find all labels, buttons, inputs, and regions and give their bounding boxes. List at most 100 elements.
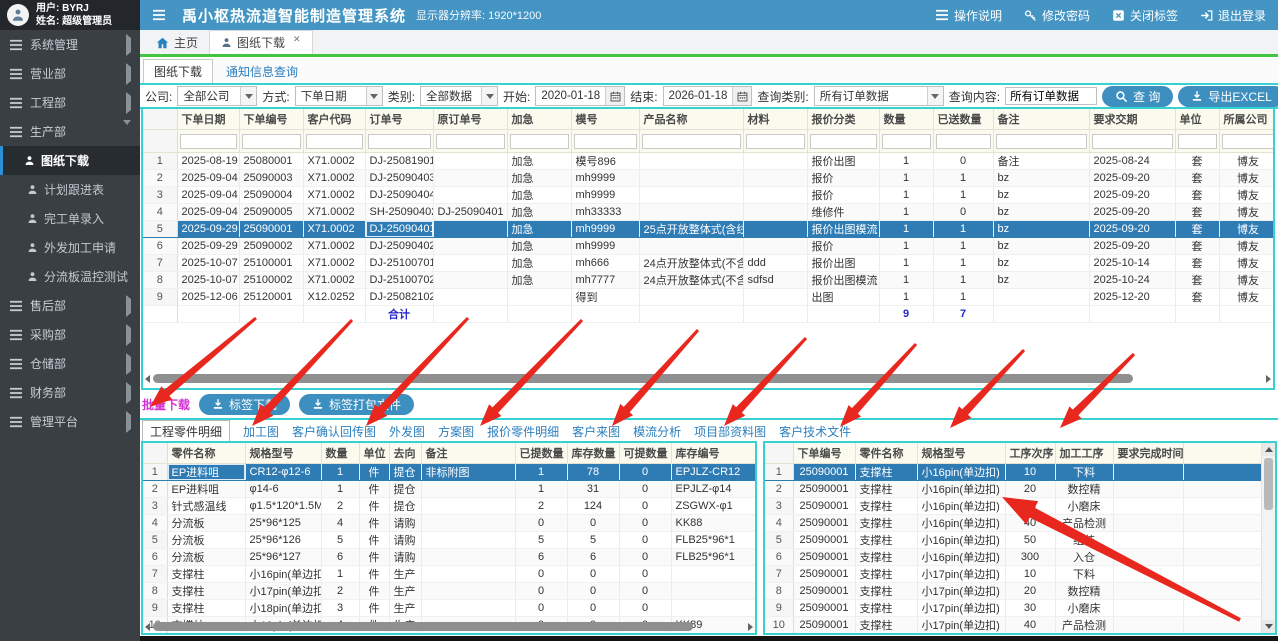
category-select[interactable]: 全部数据 (420, 86, 498, 106)
table-row[interactable]: 425090001支撑柱小16pin(单边扣)40产品检测 (765, 515, 1262, 532)
column-filter-input[interactable] (1178, 134, 1217, 149)
detail-tab-加工图[interactable]: 加工图 (243, 423, 279, 440)
sidebar-item-6[interactable]: 仓储部 (0, 349, 140, 378)
close-tab-button[interactable]: 关闭标签 (1112, 7, 1178, 24)
calendar-icon[interactable] (732, 87, 751, 105)
start-date-input[interactable]: 2020-01-18 (535, 86, 625, 106)
end-date-input[interactable]: 2026-01-18 (663, 86, 753, 106)
column-filter-input[interactable] (180, 134, 237, 149)
table-row[interactable]: 9支撑柱小18pin(单边扣)3件生产000 (143, 600, 755, 617)
search-button[interactable]: 查 询 (1102, 86, 1173, 107)
table-row[interactable]: 2EP进料咀φ14-61件提仓1310EPJLZ-φ14 (143, 481, 755, 498)
detail-tab-客户来图[interactable]: 客户来图 (572, 423, 620, 440)
sidebar-subitem-计划跟进表[interactable]: 计划跟进表 (0, 175, 140, 204)
horizontal-scrollbar[interactable] (145, 373, 1271, 384)
sidebar-item-1[interactable]: 营业部 (0, 59, 140, 88)
detail-tab-项目部资料图[interactable]: 项目部资料图 (694, 423, 766, 440)
table-row[interactable]: 92025-12-0625120001X12.0252DJ-25082102得到… (143, 289, 1275, 306)
tab-drawing-download[interactable]: 图纸下载 ✕ (209, 30, 313, 54)
column-filter-input[interactable] (746, 134, 805, 149)
column-filter-input[interactable] (996, 134, 1087, 149)
table-row[interactable]: 325090001支撑柱小16pin(单边扣)30小磨床 (765, 498, 1262, 515)
table-row[interactable]: 225090001支撑柱小16pin(单边扣)20数控精 (765, 481, 1262, 498)
mode-select[interactable]: 下单日期 (295, 86, 383, 106)
table-row[interactable]: 82025-10-0725100002X71.0002DJ-25100702加急… (143, 272, 1275, 289)
scrollbar-thumb[interactable] (1264, 458, 1273, 510)
table-row[interactable]: 1025090001支撑柱小17pin(单边扣)40产品检测 (765, 617, 1262, 634)
table-row[interactable]: 6分流板25*96*1276件请购660FLB25*96*1 (143, 549, 755, 566)
column-filter-input[interactable] (1222, 134, 1275, 149)
table-row[interactable]: 8支撑柱小17pin(单边扣)2件生产000 (143, 583, 755, 600)
table-row[interactable]: 1125090001支撑柱小17pin(单边扣)50组装 (765, 634, 1262, 636)
table-row[interactable]: 725090001支撑柱小17pin(单边扣)10下料 (765, 566, 1262, 583)
column-filter-input[interactable] (242, 134, 301, 149)
calendar-icon[interactable] (605, 87, 624, 105)
query-type-select[interactable]: 所有订单数据 (814, 86, 944, 106)
sidebar-subitem-图纸下载[interactable]: 图纸下载 (0, 146, 140, 175)
detail-tab-工程零件明细[interactable]: 工程零件明细 (142, 420, 230, 443)
table-row[interactable]: 12025-08-1925080001X71.0002DJ-25081901加急… (143, 153, 1275, 170)
table-row[interactable]: 62025-09-2925090002X71.0002DJ-25090402加急… (143, 238, 1275, 255)
detail-tab-客户确认回传图[interactable]: 客户确认回传图 (292, 423, 376, 440)
company-select[interactable]: 全部公司 (177, 86, 257, 106)
table-row[interactable]: 4分流板25*96*1254件请购000KK88 (143, 515, 755, 532)
column-filter-input[interactable] (574, 134, 637, 149)
table-row[interactable]: 7支撑柱小16pin(单边扣)1件生产000 (143, 566, 755, 583)
sidebar-item-8[interactable]: 管理平台 (0, 407, 140, 436)
column-filter-input[interactable] (642, 134, 741, 149)
scrollbar-thumb[interactable] (153, 374, 1133, 383)
table-row[interactable]: 1EP进料咀CR12-φ12-61件提仓非标附图1780EPJLZ-CR12 (143, 464, 755, 481)
table-row[interactable]: 5分流板25*96*1265件请购550FLB25*96*1 (143, 532, 755, 549)
column-filter-input[interactable] (306, 134, 363, 149)
column-filter-input[interactable] (510, 134, 569, 149)
scroll-right-icon[interactable] (748, 623, 753, 631)
sidebar-subitem-完工单录入[interactable]: 完工单录入 (0, 204, 140, 233)
sidebar-item-4[interactable]: 售后部 (0, 291, 140, 320)
export-excel-button[interactable]: 导出EXCEL (1178, 86, 1278, 107)
scrollbar-thumb[interactable] (153, 622, 693, 631)
close-icon[interactable]: ✕ (293, 34, 301, 45)
batch-download-link[interactable]: 批量下载 (142, 396, 190, 413)
vertical-scrollbar[interactable] (1261, 443, 1275, 633)
scroll-up-icon[interactable] (1262, 443, 1275, 456)
query-content-input[interactable] (1005, 87, 1097, 105)
detail-tab-客户技术文件[interactable]: 客户技术文件 (779, 423, 851, 440)
table-row[interactable]: 625090001支撑柱小16pin(单边扣)300入仓 (765, 549, 1262, 566)
table-row[interactable]: 525090001支撑柱小16pin(单边扣)50组装 (765, 532, 1262, 549)
help-button[interactable]: 操作说明 (935, 7, 1002, 24)
sidebar-item-5[interactable]: 采购部 (0, 320, 140, 349)
sidebar-subitem-分流板温控测试[interactable]: 分流板温控测试 (0, 262, 140, 291)
tag-package-button[interactable]: 标签打包文件 (299, 394, 414, 415)
detail-tab-外发图[interactable]: 外发图 (389, 423, 425, 440)
horizontal-scrollbar[interactable] (145, 621, 753, 632)
column-filter-input[interactable] (882, 134, 931, 149)
scroll-left-icon[interactable] (145, 623, 150, 631)
subtab-notification-query[interactable]: 通知信息查询 (216, 60, 308, 83)
table-row[interactable]: 52025-09-2925090001X71.0002DJ-25090401加急… (143, 221, 1275, 238)
scroll-right-icon[interactable] (1266, 375, 1271, 383)
tag-download-button[interactable]: 标签下载 (199, 394, 290, 415)
column-filter-input[interactable] (1092, 134, 1173, 149)
logout-button[interactable]: 退出登录 (1200, 7, 1266, 24)
table-row[interactable]: 42025-09-0425090005X71.0002SH-25090402DJ… (143, 204, 1275, 221)
change-password-button[interactable]: 修改密码 (1024, 7, 1090, 24)
tab-home[interactable]: 主页 (145, 31, 209, 54)
column-filter-input[interactable] (810, 134, 877, 149)
sidebar-item-3[interactable]: 生产部 (0, 117, 140, 146)
sidebar-item-7[interactable]: 财务部 (0, 378, 140, 407)
column-filter-input[interactable] (936, 134, 991, 149)
detail-tab-模流分析[interactable]: 模流分析 (633, 423, 681, 440)
scroll-left-icon[interactable] (145, 375, 150, 383)
hamburger-icon[interactable] (152, 9, 166, 21)
table-row[interactable]: 32025-09-0425090004X71.0002DJ-25090404加急… (143, 187, 1275, 204)
sidebar-item-2[interactable]: 工程部 (0, 88, 140, 117)
table-row[interactable]: 3针式感温线φ1.5*120*1.5M2件提仓21240ZSGWX-φ1 (143, 498, 755, 515)
detail-tab-报价零件明细[interactable]: 报价零件明细 (487, 423, 559, 440)
table-row[interactable]: 125090001支撑柱小16pin(单边扣)10下料 (765, 464, 1262, 481)
sidebar-item-0[interactable]: 系统管理 (0, 30, 140, 59)
table-row[interactable]: 22025-09-0425090003X71.0002DJ-25090403加急… (143, 170, 1275, 187)
sidebar-subitem-外发加工申请[interactable]: 外发加工申请 (0, 233, 140, 262)
subtab-drawing-download[interactable]: 图纸下载 (143, 59, 213, 84)
table-row[interactable]: 825090001支撑柱小17pin(单边扣)20数控精 (765, 583, 1262, 600)
table-row[interactable]: 925090001支撑柱小17pin(单边扣)30小磨床 (765, 600, 1262, 617)
